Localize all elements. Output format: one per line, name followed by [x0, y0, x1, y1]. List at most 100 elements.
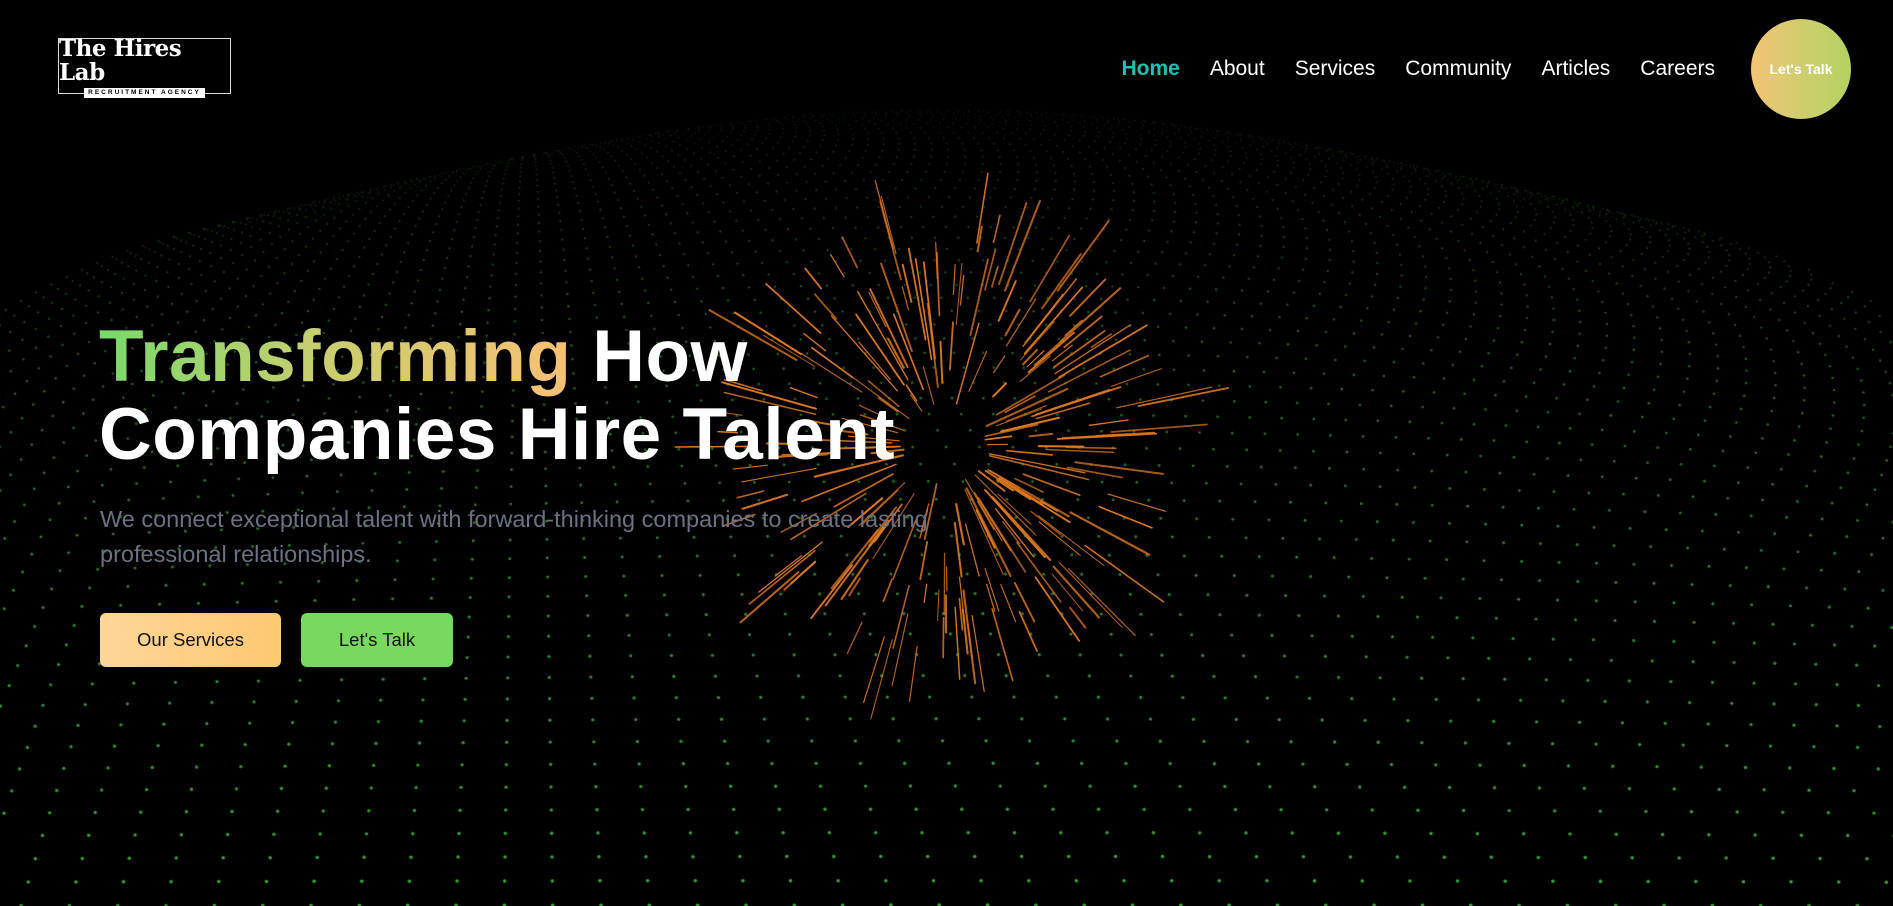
- burst-streak: [967, 624, 973, 658]
- burst-streak: [984, 469, 1032, 501]
- burst-streak: [1047, 349, 1131, 393]
- our-services-button[interactable]: Our Services: [100, 613, 281, 667]
- burst-streak: [1069, 511, 1151, 556]
- hero-title-line2: Companies Hire Talent: [99, 394, 896, 475]
- lets-talk-button[interactable]: Let's Talk: [301, 613, 453, 667]
- burst-streak: [1110, 368, 1162, 387]
- burst-streak: [1063, 315, 1103, 349]
- burst-streak: [1002, 520, 1021, 545]
- burst-streak: [1005, 298, 1037, 347]
- burst-streak: [1116, 386, 1213, 409]
- burst-streak: [1056, 432, 1158, 440]
- burst-streak: [1014, 477, 1044, 493]
- burst-streak: [1058, 561, 1123, 628]
- burst-streak: [1000, 416, 1060, 433]
- brand-tagline: RECRUITMENT AGENCY: [84, 87, 205, 98]
- hero-title-line1-rest: How: [571, 316, 748, 397]
- brand-logo[interactable]: The Hires Lab RECRUITMENT AGENCY: [58, 34, 231, 98]
- burst-streak: [1022, 473, 1081, 497]
- burst-streak: [1013, 581, 1036, 623]
- burst-streak: [1098, 505, 1153, 529]
- hero-title: Transforming How Companies Hire Talent: [99, 318, 895, 474]
- burst-streak: [1065, 446, 1117, 450]
- burst-streak: [1022, 278, 1078, 348]
- header-lets-talk-button[interactable]: Let's Talk: [1751, 19, 1851, 119]
- burst-streak: [813, 293, 838, 320]
- nav-item-careers[interactable]: Careers: [1640, 56, 1715, 82]
- burst-streak: [1005, 404, 1048, 422]
- burst-streak: [1038, 521, 1081, 556]
- burst-streak: [992, 382, 1008, 398]
- burst-streak: [1084, 544, 1165, 603]
- burst-streak: [922, 366, 935, 405]
- burst-streak: [893, 313, 924, 391]
- burst-streak: [996, 408, 1043, 427]
- burst-streak: [1039, 500, 1059, 512]
- burst-streak: [1054, 324, 1132, 375]
- burst-streak: [891, 613, 909, 687]
- burst-streak: [1022, 492, 1071, 524]
- burst-streak: [1053, 330, 1106, 368]
- nav-item-community[interactable]: Community: [1405, 56, 1511, 82]
- burst-streak: [1056, 219, 1110, 292]
- burst-streak: [1051, 344, 1074, 362]
- burst-streak: [882, 578, 893, 603]
- burst-streak: [1023, 286, 1084, 355]
- burst-streak: [935, 251, 941, 317]
- burst-streak: [1035, 388, 1111, 416]
- burst-streak: [997, 493, 1032, 525]
- burst-streak: [976, 225, 983, 253]
- burst-streak: [1095, 433, 1129, 437]
- burst-streak: [1090, 333, 1113, 348]
- burst-streak: [997, 280, 1017, 322]
- burst-streak: [988, 453, 1086, 474]
- burst-streak: [992, 214, 1001, 243]
- burst-streak: [1037, 515, 1105, 567]
- burst-streak: [1024, 293, 1064, 344]
- burst-streak: [1029, 234, 1071, 303]
- burst-streak: [1027, 331, 1075, 374]
- burst-streak: [1137, 387, 1229, 407]
- burst-streak: [1074, 461, 1165, 475]
- nav-item-about[interactable]: About: [1210, 56, 1265, 82]
- burst-streak: [968, 350, 988, 392]
- nav-item-home[interactable]: Home: [1121, 56, 1179, 82]
- burst-streak: [998, 201, 1028, 286]
- burst-streak: [901, 286, 910, 311]
- burst-streak: [1051, 573, 1084, 612]
- burst-streak: [987, 468, 1070, 518]
- burst-streak: [937, 589, 940, 621]
- nav-item-articles[interactable]: Articles: [1541, 56, 1610, 82]
- burst-streak: [1019, 321, 1055, 361]
- burst-streak: [976, 172, 989, 244]
- burst-streak: [984, 248, 997, 291]
- burst-streak: [1004, 395, 1036, 414]
- brand-name: The Hires Lab: [59, 34, 182, 86]
- burst-streak: [874, 180, 894, 250]
- burst-streak: [870, 638, 893, 720]
- burst-streak: [1088, 419, 1129, 426]
- burst-streak: [939, 340, 944, 384]
- burst-streak: [985, 387, 1069, 428]
- burst-streak: [1066, 466, 1124, 479]
- burst-streak: [995, 374, 1066, 416]
- burst-streak: [955, 322, 980, 405]
- burst-streak: [959, 275, 965, 306]
- burst-streak: [1030, 510, 1062, 536]
- burst-streak: [908, 645, 918, 703]
- burst-streak: [1031, 386, 1122, 418]
- burst-streak: [1110, 423, 1208, 433]
- burst-streak: [923, 583, 928, 604]
- burst-streak: [1018, 610, 1038, 652]
- burst-streak: [863, 636, 885, 703]
- burst-streak: [892, 585, 910, 649]
- nav-item-services[interactable]: Services: [1295, 56, 1376, 82]
- burst-streak: [955, 263, 963, 326]
- burst-streak: [1067, 568, 1136, 637]
- burst-streak: [991, 265, 999, 288]
- burst-streak: [1034, 576, 1081, 642]
- burst-streak: [880, 195, 897, 255]
- burst-streak: [926, 302, 939, 388]
- burst-streak: [1069, 606, 1087, 629]
- burst-streak: [804, 267, 822, 290]
